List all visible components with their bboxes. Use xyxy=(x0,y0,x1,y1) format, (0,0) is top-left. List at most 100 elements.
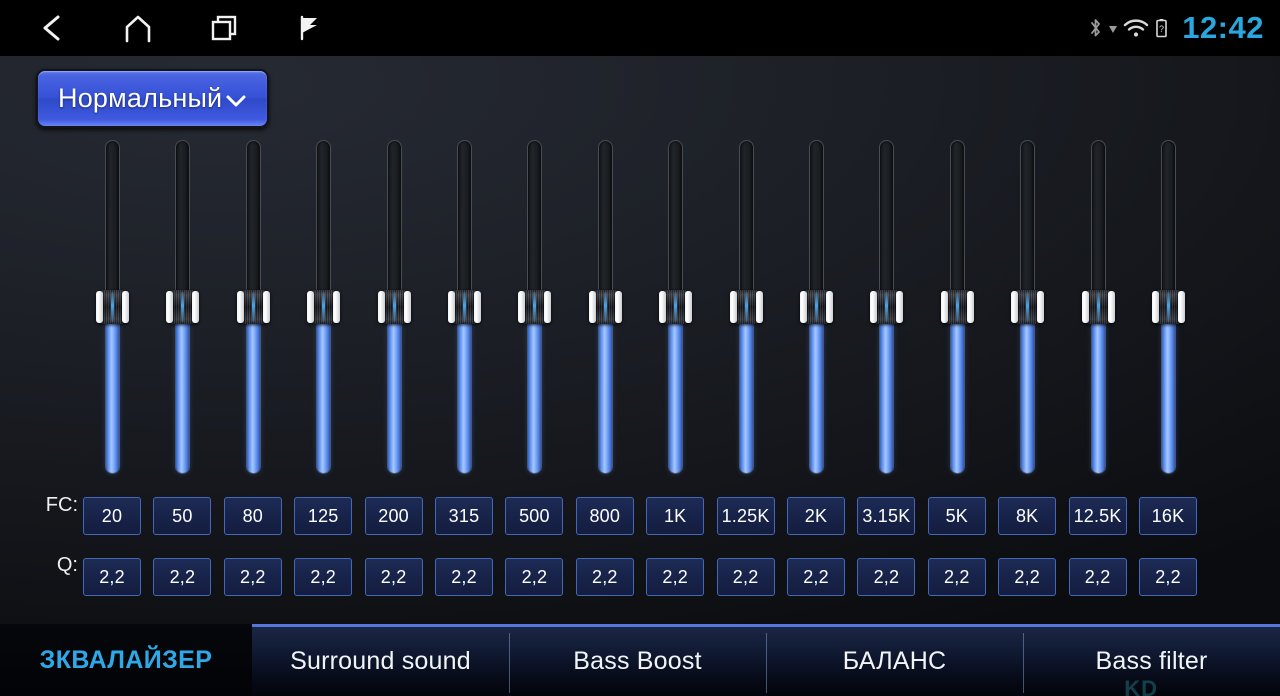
slider-thumb[interactable] xyxy=(729,290,763,324)
fc-value-box[interactable]: 80 xyxy=(223,497,282,535)
slider-thumb-cap-left xyxy=(588,291,596,323)
band-slider[interactable] xyxy=(307,140,341,474)
slider-fill xyxy=(880,306,894,473)
band-slider[interactable] xyxy=(729,140,763,474)
slider-thumb-highlight xyxy=(463,292,466,322)
q-value-box[interactable]: 2,2 xyxy=(646,558,705,596)
bluetooth-icon xyxy=(1088,17,1103,39)
tab-label: Bass Boost xyxy=(573,647,702,675)
slider-thumb[interactable] xyxy=(96,290,129,324)
band-slider[interactable] xyxy=(518,140,552,474)
slider-thumb-cap-right xyxy=(966,291,974,323)
preset-button[interactable]: Нормальный xyxy=(36,69,270,128)
q-value-box[interactable]: 2,2 xyxy=(927,558,986,596)
slider-thumb-highlight xyxy=(1167,292,1170,322)
fc-value-box[interactable]: 2K xyxy=(787,497,845,535)
slider-thumb[interactable] xyxy=(166,290,200,324)
battery-unknown-icon: ? xyxy=(1154,17,1169,39)
q-value-box[interactable]: 2,2 xyxy=(83,558,141,596)
flag-icon[interactable] xyxy=(288,6,332,50)
tab-item[interactable]: Bass Boost xyxy=(509,624,766,696)
slider-thumb[interactable] xyxy=(870,290,904,324)
slider-fill xyxy=(810,306,823,473)
slider-thumb[interactable] xyxy=(800,290,833,324)
band-slider[interactable] xyxy=(1152,140,1185,474)
slider-thumb-highlight xyxy=(1026,292,1030,322)
slider-fill xyxy=(1021,306,1035,473)
status-bar: ? 12:42 xyxy=(0,0,1280,56)
fc-value-box[interactable]: 200 xyxy=(364,497,423,535)
slider-thumb[interactable] xyxy=(588,290,622,324)
band-slider[interactable] xyxy=(448,140,481,474)
fc-value-box[interactable]: 3.15K xyxy=(857,497,916,535)
q-value-box[interactable]: 2,2 xyxy=(435,558,493,596)
q-value-box[interactable]: 2,2 xyxy=(505,558,564,596)
band-slider[interactable] xyxy=(800,140,833,474)
slider-thumb-cap-right xyxy=(614,291,622,323)
slider-fill xyxy=(458,306,471,473)
slider-thumb[interactable] xyxy=(307,290,341,324)
band-slider[interactable] xyxy=(659,140,693,474)
slider-thumb-cap-left xyxy=(1152,291,1159,323)
slider-thumb[interactable] xyxy=(1081,290,1115,324)
q-value-box[interactable]: 2,2 xyxy=(857,558,916,596)
tab-active[interactable]: ЗКВАЛАЙЗЕР xyxy=(0,624,252,696)
slider-thumb-cap-right xyxy=(122,291,129,323)
slider-thumb[interactable] xyxy=(1011,290,1045,324)
band-slider[interactable] xyxy=(96,140,129,474)
slider-thumb[interactable] xyxy=(659,290,693,324)
slider-thumb-cap-right xyxy=(1178,291,1185,323)
slider-thumb[interactable] xyxy=(940,290,974,324)
band-slider[interactable] xyxy=(1011,140,1045,474)
q-value-box[interactable]: 2,2 xyxy=(153,558,212,596)
fc-value-box[interactable]: 50 xyxy=(153,497,212,535)
slider-thumb-body xyxy=(1017,290,1039,324)
slider-thumb-body xyxy=(383,290,405,324)
band-slider[interactable] xyxy=(236,140,270,474)
tab-item[interactable]: Surround sound xyxy=(252,624,509,696)
fc-value-box[interactable]: 20 xyxy=(83,497,141,535)
watermark: KD xyxy=(1124,676,1158,696)
preset-selector[interactable]: Нормальный xyxy=(36,69,270,128)
slider-thumb[interactable] xyxy=(236,290,270,324)
fc-value-box[interactable]: 12.5K xyxy=(1068,497,1127,535)
band-slider[interactable] xyxy=(870,140,904,474)
fc-value-box[interactable]: 125 xyxy=(294,497,353,535)
slider-thumb[interactable] xyxy=(377,290,411,324)
home-icon[interactable] xyxy=(116,6,160,50)
slider-thumb-body xyxy=(594,290,616,324)
fc-value-box[interactable]: 1K xyxy=(646,497,705,535)
fc-value-box[interactable]: 500 xyxy=(505,497,564,535)
fc-value-box[interactable]: 16K xyxy=(1139,497,1197,535)
q-value-box[interactable]: 2,2 xyxy=(364,558,423,596)
slider-fill xyxy=(950,306,964,473)
q-value-box[interactable]: 2,2 xyxy=(998,558,1057,596)
back-icon[interactable] xyxy=(30,6,74,50)
q-value-box[interactable]: 2,2 xyxy=(787,558,845,596)
fc-value-box[interactable]: 315 xyxy=(435,497,493,535)
tab-item[interactable]: БАЛАНС xyxy=(766,624,1023,696)
q-value-box[interactable]: 2,2 xyxy=(223,558,282,596)
slider-thumb-body xyxy=(313,290,335,324)
fc-value-box[interactable]: 5K xyxy=(927,497,986,535)
slider-thumb-cap-right xyxy=(896,291,904,323)
band-slider[interactable] xyxy=(588,140,622,474)
fc-value-box[interactable]: 800 xyxy=(575,497,634,535)
q-value-box[interactable]: 2,2 xyxy=(294,558,353,596)
band-slider[interactable] xyxy=(166,140,200,474)
recents-icon[interactable] xyxy=(202,6,246,50)
slider-thumb[interactable] xyxy=(448,290,481,324)
slider-thumb[interactable] xyxy=(518,290,552,324)
band-slider[interactable] xyxy=(940,140,974,474)
tab-label: БАЛАНС xyxy=(842,647,947,675)
band-slider[interactable] xyxy=(377,140,411,474)
slider-thumb-cap-right xyxy=(826,291,833,323)
q-value-box[interactable]: 2,2 xyxy=(716,558,775,596)
fc-value-box[interactable]: 1.25K xyxy=(716,497,775,535)
q-value-box[interactable]: 2,2 xyxy=(1068,558,1127,596)
slider-thumb[interactable] xyxy=(1152,290,1185,324)
q-value-box[interactable]: 2,2 xyxy=(1139,558,1197,596)
band-slider[interactable] xyxy=(1081,140,1115,474)
fc-value-box[interactable]: 8K xyxy=(998,497,1057,535)
q-value-box[interactable]: 2,2 xyxy=(575,558,634,596)
